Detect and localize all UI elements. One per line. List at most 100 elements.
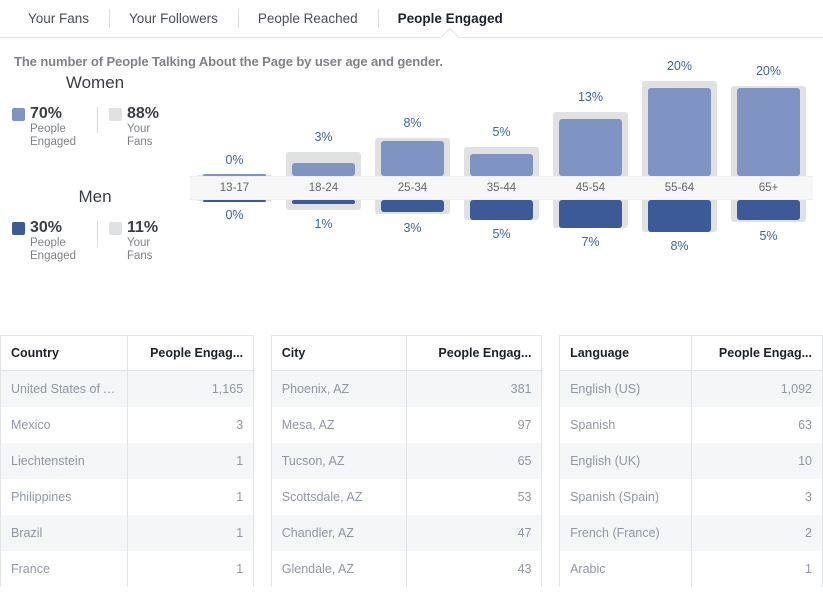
women-fans-label: Your Fans (126, 123, 153, 148)
men-engaged-bar[interactable] (381, 200, 444, 212)
women-fans-legend: 88% Your Fans (96, 105, 190, 149)
women-engaged-bar[interactable] (737, 88, 800, 176)
age-tick-label: 13-17 (219, 182, 250, 194)
tab-label: People Engaged (397, 11, 503, 26)
table-row[interactable]: English (US) 1,092 (560, 370, 822, 407)
country-cell-count: 1 (126, 515, 254, 551)
column-header-country-count[interactable]: People Engag... (126, 336, 254, 371)
women-pct-label: 3% (314, 129, 333, 144)
age-tick-label: 18-24 (308, 182, 339, 194)
table-row[interactable]: Arabic 1 (560, 551, 822, 587)
table-row[interactable]: Glendale, AZ 43 (271, 551, 542, 587)
men-engaged-bar[interactable] (203, 200, 266, 202)
country-cell-count: 1,165 (126, 370, 254, 407)
table-header-row: Language People Engag... (560, 336, 822, 371)
women-pct-label: 0% (225, 153, 244, 167)
men-engaged-bar[interactable] (648, 200, 711, 232)
women-pct-label: 5% (492, 125, 511, 140)
country-cell-name: France (1, 551, 128, 587)
table-row[interactable]: France 1 (1, 551, 254, 587)
women-engaged-bar[interactable] (470, 154, 533, 176)
language-cell-count: 63 (690, 407, 822, 443)
country-cell-name: Liechtenstein (1, 443, 128, 479)
table-row[interactable]: Mexico 3 (1, 407, 254, 443)
tab-your-fans[interactable]: Your Fans (8, 0, 109, 37)
men-engaged-bar[interactable] (292, 200, 355, 204)
women-legend-group: Women 70% People Engaged 88% Your Fans (0, 73, 190, 149)
men-fans-pct: 11% (126, 219, 159, 236)
table-row[interactable]: Phoenix, AZ 381 (271, 370, 542, 407)
women-engaged-bar[interactable] (559, 118, 622, 176)
men-engaged-legend: 30% People Engaged (0, 219, 97, 263)
column-header-language[interactable]: Language (560, 336, 692, 371)
men-fans-legend: 11% Your Fans (96, 219, 190, 263)
women-pct-label: 20% (666, 59, 693, 74)
table-row[interactable]: Brazil 1 (1, 515, 254, 551)
column-header-country[interactable]: Country (1, 336, 128, 371)
language-cell-name: Spanish (560, 407, 692, 443)
city-table: City People Engag... Phoenix, AZ 381 Mesa,… (270, 335, 543, 587)
demographics-panel: Women 70% People Engaged 88% Your Fans M… (0, 59, 823, 303)
chart-column-35-44[interactable]: 5% 5% 35-44 (457, 73, 546, 303)
men-engaged-bar[interactable] (470, 200, 533, 220)
table-row[interactable]: Chandler, AZ 47 (271, 515, 542, 551)
column-header-language-count[interactable]: People Engag... (690, 336, 822, 371)
table-row[interactable]: Spanish 63 (560, 407, 822, 443)
table-row[interactable]: Liechtenstein 1 (1, 443, 254, 479)
women-engaged-bar[interactable] (292, 162, 355, 176)
men-engaged-bar[interactable] (559, 200, 622, 228)
table-row[interactable]: French (France) 2 (560, 515, 822, 551)
table-row[interactable]: Philippines 1 (1, 479, 254, 515)
table-row[interactable]: Tucson, AZ 65 (271, 443, 542, 479)
age-tick-label: 35-44 (486, 182, 517, 194)
women-fans-swatch-icon (108, 108, 122, 121)
men-title: Men (78, 187, 112, 206)
city-cell-count: 381 (406, 370, 542, 407)
tab-your-followers[interactable]: Your Followers (109, 0, 238, 37)
column-header-city[interactable]: City (271, 336, 407, 371)
chart-columns: 0% 0% 13-17 3% 1% 18-24 8% 3% 25-34 5% 5% 35-44 13% 7… (190, 59, 813, 303)
chart-column-18-24[interactable]: 3% 1% 18-24 (279, 73, 368, 303)
women-engaged-bar[interactable] (381, 140, 444, 176)
women-engaged-legend: 70% People Engaged (0, 105, 97, 149)
language-cell-name: Arabic (560, 551, 692, 587)
men-pct-label: 0% (225, 208, 244, 222)
men-pct-label: 5% (759, 229, 778, 243)
table-row[interactable]: English (UK) 10 (560, 443, 822, 479)
table-row[interactable]: United States of America1,165 (1, 370, 254, 407)
men-fans-swatch-icon (108, 222, 122, 235)
table-row[interactable]: Mesa, AZ 97 (271, 407, 542, 443)
table-row[interactable]: Scottsdale, AZ 53 (271, 479, 542, 515)
men-engaged-bar[interactable] (737, 200, 800, 220)
table-gap-1 (254, 335, 271, 587)
chart-column-65+[interactable]: 20% 5% 65+ (724, 64, 813, 303)
language-table: Language People Engag... English (US) 1,0… (559, 335, 823, 587)
women-engaged-label: People Engaged (30, 123, 77, 148)
tab-people-engaged[interactable]: People Engaged (377, 0, 523, 38)
city-cell-name: Chandler, AZ (271, 515, 407, 551)
city-cell-count: 47 (406, 515, 542, 551)
language-cell-name: English (UK) (560, 443, 692, 479)
demographics-tables: Country People Engag... United States of… (0, 335, 823, 587)
chart-column-25-34[interactable]: 8% 3% 25-34 (368, 73, 457, 303)
table-row[interactable]: Spanish (Spain) 3 (560, 479, 822, 515)
chart-column-45-54[interactable]: 13% 7% 45-54 (546, 73, 635, 303)
chart-column-55-64[interactable]: 20% 8% 55-64 (635, 59, 724, 303)
age-tick-label: 25-34 (397, 182, 428, 194)
men-engaged-label: People Engaged (30, 237, 77, 262)
women-pct-label: 20% (755, 63, 782, 78)
chart-column-13-17[interactable]: 0% 0% 13-17 (190, 73, 279, 303)
men-pct-label: 8% (670, 239, 689, 253)
age-gender-bar-chart: 0% 0% 13-17 3% 1% 18-24 8% 3% 25-34 5% 5% 35-44 13% 7… (190, 59, 813, 303)
city-cell-name: Mesa, AZ (271, 407, 407, 443)
language-cell-count: 10 (690, 443, 822, 479)
women-engaged-bar[interactable] (648, 88, 711, 176)
men-engaged-pct: 30% (30, 219, 63, 236)
column-header-city-count[interactable]: People Engag... (406, 336, 542, 371)
tab-label: Your Fans (28, 11, 90, 26)
men-pct-label: 1% (314, 217, 333, 231)
country-cell-count: 3 (126, 407, 254, 443)
table-header-row: Country People Engag... (1, 336, 254, 371)
tab-people-reached[interactable]: People Reached (237, 0, 378, 37)
women-pct-label: 8% (403, 116, 422, 131)
